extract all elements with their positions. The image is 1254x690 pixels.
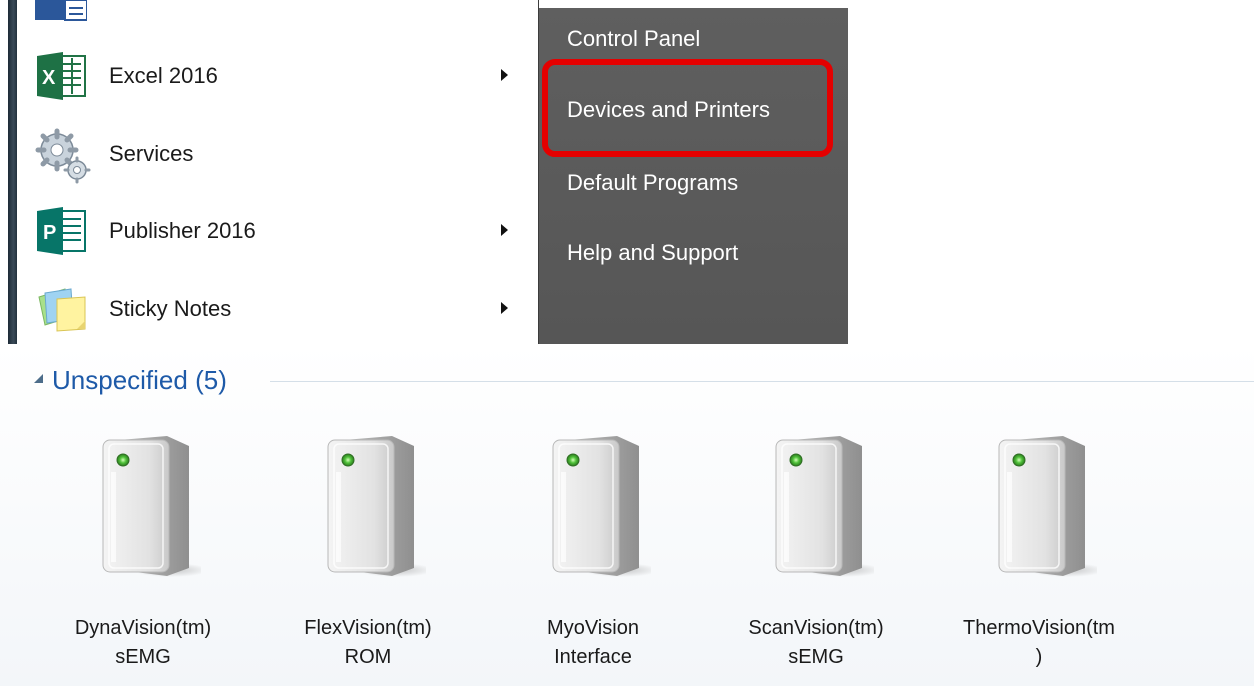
collapse-arrow-icon[interactable] — [34, 374, 43, 383]
publisher-icon: P — [35, 205, 87, 257]
program-item-sticky-notes[interactable]: Sticky Notes — [17, 279, 538, 339]
device-item[interactable]: ScanVision(tm) sEMG — [731, 430, 901, 690]
device-label: ThermoVision(tm) — [963, 617, 1115, 668]
program-item-publisher[interactable]: P Publisher 2016 — [17, 201, 538, 261]
excel-icon: X — [35, 50, 87, 102]
program-item-excel[interactable]: X Excel 2016 — [17, 46, 538, 106]
device-label: FlexVision(tm) ROM — [304, 617, 432, 668]
device-item[interactable]: DynaVision(tm) sEMG — [58, 430, 228, 690]
program-label-sticky-notes: Sticky Notes — [109, 296, 232, 321]
program-item-services[interactable]: Services — [17, 124, 538, 184]
cutoff-program-icon — [35, 0, 88, 22]
highlight-annotation — [542, 59, 833, 157]
submenu-arrow-icon[interactable] — [501, 302, 508, 314]
menu-item-default-programs[interactable]: Default Programs — [567, 168, 738, 198]
generic-device-tower-icon — [775, 435, 874, 578]
group-divider-line — [270, 381, 1254, 382]
generic-device-tower-icon — [998, 435, 1097, 578]
svg-text:X: X — [42, 67, 56, 89]
start-menu: X Excel 2016 Services P Publisher 2016 S… — [0, 0, 848, 344]
start-menu-left-border — [8, 0, 17, 344]
group-title: Unspecified (5) — [52, 365, 227, 395]
generic-device-tower-icon — [552, 435, 651, 578]
svg-text:P: P — [43, 222, 56, 244]
generic-device-tower-icon — [102, 435, 201, 578]
program-label-services: Services — [109, 141, 194, 166]
group-header-unspecified[interactable]: Unspecified (5) — [34, 362, 1254, 398]
generic-device-tower-icon — [327, 435, 426, 578]
device-item[interactable]: MyoVision Interface — [508, 430, 678, 690]
submenu-arrow-icon[interactable] — [501, 224, 508, 236]
device-item[interactable]: ThermoVision(tm) — [954, 430, 1124, 690]
device-label: ScanVision(tm) sEMG — [748, 617, 884, 668]
devices-and-printers-view: Unspecified (5) DynaVision(tm) sEMG FlexV… — [0, 344, 1254, 686]
device-label: MyoVision Interface — [547, 617, 639, 668]
menu-item-help-and-support[interactable]: Help and Support — [567, 238, 738, 268]
device-item[interactable]: FlexVision(tm) ROM — [283, 430, 453, 690]
program-label-excel: Excel 2016 — [109, 63, 218, 88]
submenu-arrow-icon[interactable] — [501, 69, 508, 81]
services-gears-icon — [35, 128, 91, 184]
programs-list: X Excel 2016 Services P Publisher 2016 S… — [17, 0, 538, 344]
device-label: DynaVision(tm) sEMG — [74, 617, 212, 668]
sticky-notes-icon — [35, 283, 87, 335]
menu-item-control-panel[interactable]: Control Panel — [567, 24, 700, 54]
program-label-publisher: Publisher 2016 — [109, 218, 256, 243]
